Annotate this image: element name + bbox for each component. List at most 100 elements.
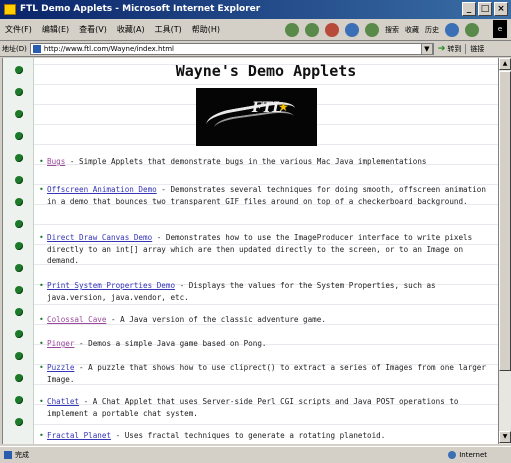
scroll-thumb[interactable] xyxy=(499,71,511,371)
bullet-icon: • xyxy=(39,339,44,348)
address-label: 地址(D) xyxy=(2,44,27,53)
green-dot-icon xyxy=(15,132,23,140)
list-item: • Colossal Cave - A Java version of the … xyxy=(39,315,326,324)
applet-description: A puzzle that shows how to use cliprect(… xyxy=(47,363,486,384)
list-item: • Chatlet - A Chat Applet that uses Serv… xyxy=(39,397,459,418)
go-arrow-icon: ➔ xyxy=(437,43,446,54)
green-dot-icon xyxy=(15,396,23,404)
green-dot-icon xyxy=(15,220,23,228)
applet-link[interactable]: Fractal Planet xyxy=(47,431,111,440)
menu-favorites[interactable]: 收藏(A) xyxy=(112,24,150,35)
page-done-icon xyxy=(4,451,12,459)
maximize-button[interactable]: □ xyxy=(478,2,492,16)
list-item: • Direct Draw Canvas Demo - Demonstrates… xyxy=(39,233,473,265)
list-item: • Puzzle - A puzzle that shows how to us… xyxy=(39,363,486,384)
applet-link[interactable]: Direct Draw Canvas Demo xyxy=(47,233,152,242)
bullet-icon: • xyxy=(39,397,44,406)
address-input[interactable]: http://www.ftl.com/Wayne/index.html ▼ xyxy=(29,42,434,55)
applet-link[interactable]: Offscreen Animation Demo xyxy=(47,185,157,194)
go-button[interactable]: ➔ 转到 xyxy=(434,44,466,54)
menu-bar: 文件(F) 编辑(E) 查看(V) 收藏(A) 工具(T) 帮助(H) 搜索 收… xyxy=(0,19,511,41)
menu-file[interactable]: 文件(F) xyxy=(0,24,37,35)
list-item: • Offscreen Animation Demo - Demonstrate… xyxy=(39,185,486,206)
applet-description: A Java version of the classic adventure … xyxy=(120,315,326,324)
minimize-button[interactable]: _ xyxy=(462,2,476,16)
bullet-icon: • xyxy=(39,363,44,372)
green-dot-icon xyxy=(15,176,23,184)
scroll-up-icon[interactable]: ▲ xyxy=(499,58,511,70)
back-icon[interactable] xyxy=(284,22,299,37)
page-title: Wayne's Demo Applets xyxy=(175,62,357,80)
green-dot-icon xyxy=(15,308,23,316)
applet-link[interactable]: Print System Properties Demo xyxy=(47,281,175,290)
green-dot-icon xyxy=(15,352,23,360)
applet-description: Demos a simple Java game based on Pong. xyxy=(88,339,267,348)
ie-page-icon xyxy=(4,4,16,15)
menu-help[interactable]: 帮助(H) xyxy=(187,24,225,35)
links-button[interactable]: 链接 xyxy=(465,43,488,54)
window-titlebar: FTL Demo Applets - Microsoft Internet Ex… xyxy=(0,0,511,19)
address-url: http://www.ftl.com/Wayne/index.html xyxy=(43,44,174,53)
applet-link[interactable]: Chatlet xyxy=(47,397,79,406)
star-icon: ★ xyxy=(278,100,289,114)
applet-link[interactable]: Colossal Cave xyxy=(47,315,106,324)
green-dot-icon xyxy=(15,154,23,162)
status-text: 完成 xyxy=(15,451,29,459)
green-dot-icon xyxy=(15,330,23,338)
mail-icon[interactable] xyxy=(444,22,459,37)
refresh-icon[interactable] xyxy=(344,22,359,37)
green-dot-icon xyxy=(15,88,23,96)
windows-logo-icon: e xyxy=(493,20,507,38)
bullet-icon: • xyxy=(39,233,44,242)
menu-view[interactable]: 查看(V) xyxy=(74,24,112,35)
menu-edit[interactable]: 编辑(E) xyxy=(37,24,74,35)
stop-icon[interactable] xyxy=(324,22,339,37)
bullet-icon: • xyxy=(39,281,44,290)
list-item: • Pinger - Demos a simple Java game base… xyxy=(39,339,267,348)
vertical-scrollbar[interactable]: ▲ ▼ xyxy=(498,58,511,444)
globe-icon xyxy=(448,451,457,459)
bullet-icon: • xyxy=(39,315,44,324)
security-zone: Internet xyxy=(448,451,511,459)
print-icon[interactable] xyxy=(464,22,479,37)
green-dot-icon xyxy=(15,242,23,250)
applet-link[interactable]: Bugs xyxy=(47,157,65,166)
search-button[interactable]: 搜索 xyxy=(385,25,399,35)
green-dot-icon xyxy=(15,286,23,294)
page-icon xyxy=(32,44,41,53)
home-icon[interactable] xyxy=(364,22,379,37)
green-dot-icon xyxy=(15,374,23,382)
bullet-icon: • xyxy=(39,185,44,194)
applet-link[interactable]: Puzzle xyxy=(47,363,74,372)
left-border-strip xyxy=(3,58,34,444)
close-button[interactable]: × xyxy=(494,2,508,16)
green-dot-icon xyxy=(15,418,23,426)
bullet-icon: • xyxy=(39,157,44,166)
window-controls: _ □ × xyxy=(462,2,508,16)
list-item: • Print System Properties Demo - Display… xyxy=(39,281,436,302)
applet-description: Simple Applets that demonstrate bugs in … xyxy=(79,157,427,166)
history-button[interactable]: 历史 xyxy=(425,25,439,35)
go-label: 转到 xyxy=(447,44,462,53)
window-title: FTL Demo Applets - Microsoft Internet Ex… xyxy=(20,4,261,14)
ftl-logo: FTL ★ xyxy=(196,88,317,146)
status-bar: 完成 Internet xyxy=(0,446,511,463)
address-bar: 地址(D) http://www.ftl.com/Wayne/index.htm… xyxy=(0,41,511,57)
green-dot-icon xyxy=(15,110,23,118)
green-dot-icon xyxy=(15,264,23,272)
forward-icon[interactable] xyxy=(304,22,319,37)
list-item: • Bugs - Simple Applets that demonstrate… xyxy=(39,157,427,166)
applet-description: Uses fractal techniques to generate a ro… xyxy=(124,431,386,440)
scroll-down-icon[interactable]: ▼ xyxy=(499,431,511,443)
menu-tools[interactable]: 工具(T) xyxy=(150,24,187,35)
zone-text: Internet xyxy=(459,451,487,459)
standard-toolbar: 搜索 收藏 历史 xyxy=(284,22,479,37)
list-item: • Fractal Planet - Uses fractal techniqu… xyxy=(39,431,386,440)
applet-description: A Chat Applet that uses Server-side Perl… xyxy=(47,397,459,418)
applet-link[interactable]: Pinger xyxy=(47,339,74,348)
favorites-button[interactable]: 收藏 xyxy=(405,25,419,35)
green-dot-icon xyxy=(15,198,23,206)
bullet-icon: • xyxy=(39,431,44,440)
green-dot-icon xyxy=(15,66,23,74)
chevron-down-icon[interactable]: ▼ xyxy=(420,42,433,55)
